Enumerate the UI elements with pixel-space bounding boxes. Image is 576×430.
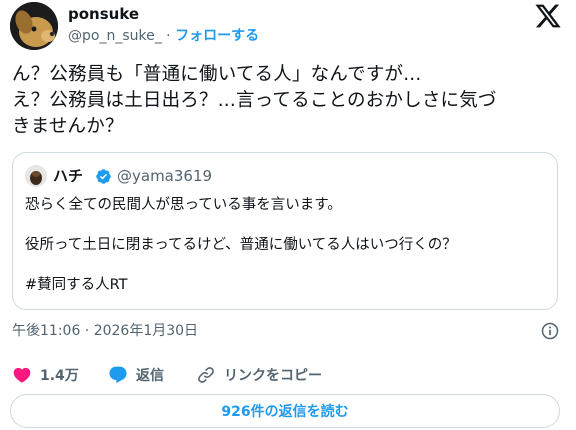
quoted-text-line: 役所って土日に閉まってるけど、普通に働いてる人はいつ行くの？ — [25, 237, 457, 253]
tweet-card: ponsuke @po_n_suke_ · フォローする ん？公務員も「普通に働… — [0, 0, 576, 430]
tweet-text: ん？公務員も「普通に働いてる人」なんですが... え？公務員は土日出ろ？...言… — [12, 62, 568, 140]
reply-bubble-icon — [109, 366, 127, 384]
read-replies-button[interactable]: 926件の返信を読む — [10, 394, 560, 428]
like-button[interactable]: 1.4万 — [12, 364, 79, 386]
author-handle[interactable]: @po_n_suke_ — [68, 28, 162, 44]
author-info: ponsuke @po_n_suke_ · フォローする — [68, 4, 259, 46]
follow-button[interactable]: フォローする — [175, 28, 259, 44]
quoted-author-name[interactable]: ハチ — [53, 166, 83, 186]
tweet-text-line: きませんか？ — [12, 116, 124, 137]
copy-link-label: リンクをコピー — [224, 368, 322, 384]
x-logo-icon[interactable] — [534, 2, 562, 30]
quoted-tweet[interactable]: ハチ @yama3619 恐らく全ての民間人が思っている事を言います。 役所って… — [12, 152, 558, 310]
info-icon[interactable] — [540, 321, 560, 341]
author-display-name[interactable]: ponsuke — [68, 4, 259, 24]
author-avatar[interactable] — [10, 2, 58, 50]
read-replies-label: 926件の返信を読む — [221, 404, 349, 420]
quoted-author-avatar[interactable] — [25, 165, 47, 187]
quoted-author-handle[interactable]: @yama3619 — [117, 166, 212, 186]
link-icon — [198, 367, 214, 383]
quoted-tweet-text: 恐らく全ての民間人が思っている事を言います。 役所って土日に閉まってるけど、普通… — [25, 195, 457, 295]
quoted-text-line: 恐らく全ての民間人が思っている事を言います。 — [25, 197, 342, 213]
tweet-text-line: ん？公務員も「普通に働いてる人」なんですが... — [12, 64, 422, 85]
author-handle-row: @po_n_suke_ · フォローする — [68, 26, 259, 46]
verified-badge-icon — [96, 169, 111, 184]
heart-icon — [13, 367, 31, 383]
copy-link-button[interactable]: リンクをコピー — [196, 364, 322, 386]
reply-label: 返信 — [136, 368, 164, 384]
tweet-text-line: え？公務員は土日出ろ？...言ってることのおかしさに気づ — [12, 90, 497, 111]
tweet-timestamp[interactable]: 午後11:06 · 2026年1月30日 — [12, 321, 198, 341]
like-count: 1.4万 — [40, 368, 79, 384]
reply-button[interactable]: 返信 — [108, 364, 164, 386]
separator-dot: · — [166, 28, 171, 44]
quoted-text-hashtag[interactable]: #賛同する人RT — [25, 275, 457, 295]
